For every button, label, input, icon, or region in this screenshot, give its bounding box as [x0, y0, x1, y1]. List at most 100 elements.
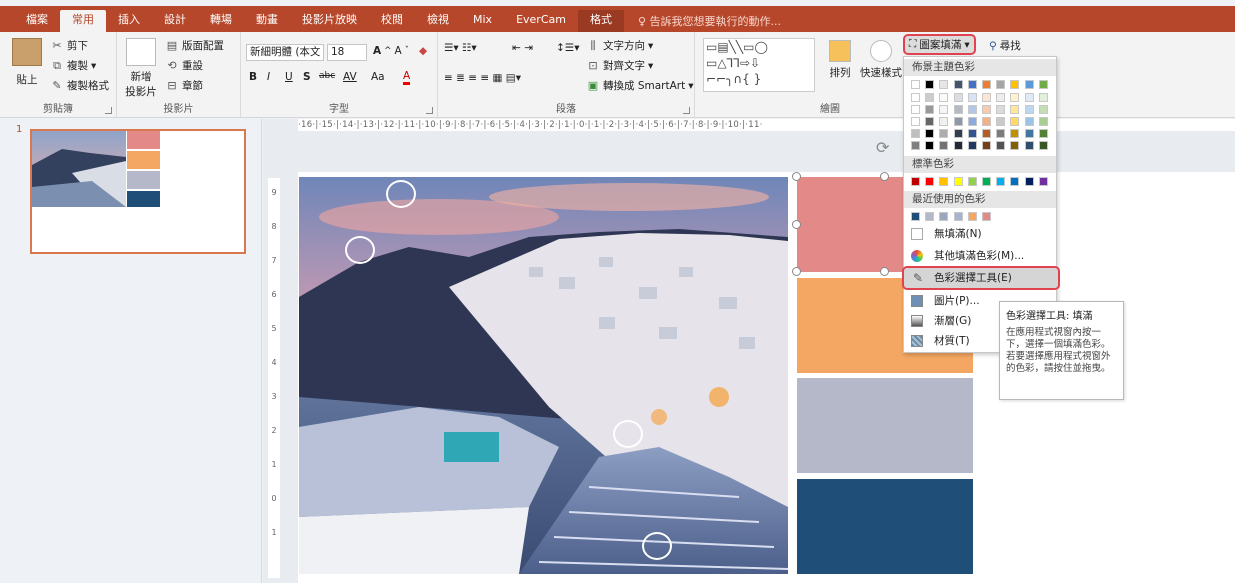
theme-color-swatch[interactable]	[939, 80, 949, 89]
theme-color-swatch[interactable]	[967, 141, 977, 150]
tab-mix[interactable]: Mix	[461, 10, 504, 32]
theme-color-swatch[interactable]	[953, 129, 963, 138]
theme-color-swatch[interactable]	[996, 117, 1006, 126]
standard-color-swatch[interactable]	[939, 177, 949, 186]
theme-color-swatch[interactable]	[925, 117, 935, 126]
tab-home[interactable]: 常用	[60, 10, 106, 32]
standard-color-swatch[interactable]	[1024, 177, 1034, 186]
theme-color-swatch[interactable]	[996, 105, 1006, 114]
standard-color-swatch[interactable]	[911, 177, 920, 186]
shape-fill-button[interactable]: ⛶ 圖案填滿 ▾	[903, 34, 976, 55]
theme-color-swatch[interactable]	[1024, 80, 1034, 89]
align-text-button[interactable]: ⊡ 對齊文字 ▾	[586, 58, 653, 73]
recent-color-swatch[interactable]	[967, 212, 977, 221]
theme-color-swatch[interactable]	[953, 80, 963, 89]
rotate-handle-icon[interactable]: ⟳	[876, 138, 889, 157]
font-color-button[interactable]: A	[403, 71, 411, 85]
recent-color-swatch[interactable]	[939, 212, 949, 221]
dialog-launcher-icon[interactable]	[105, 107, 112, 114]
theme-color-swatch[interactable]	[1024, 93, 1034, 102]
tab-evercam[interactable]: EverCam	[504, 10, 578, 32]
theme-color-swatch[interactable]	[982, 117, 991, 126]
theme-color-swatch[interactable]	[967, 105, 977, 114]
copy-button[interactable]: ⧉ 複製 ▾	[50, 58, 96, 73]
theme-color-swatch[interactable]	[911, 117, 920, 126]
clear-format-button[interactable]: ◆	[419, 45, 427, 57]
dialog-launcher-icon[interactable]	[683, 107, 690, 114]
tab-view[interactable]: 檢視	[415, 10, 461, 32]
layout-button[interactable]: ▤ 版面配置	[165, 38, 224, 53]
reset-button[interactable]: ⟲ 重設	[165, 58, 203, 73]
theme-color-swatch[interactable]	[1010, 93, 1020, 102]
eyedropper-item[interactable]: ✎ 色彩選擇工具(E)	[902, 266, 1060, 290]
font-size-combo[interactable]: 18	[327, 44, 367, 61]
arrange-button[interactable]: 排列	[823, 40, 857, 80]
theme-color-swatch[interactable]	[1024, 129, 1034, 138]
bullets-button[interactable]: ☰▾ ☷▾	[444, 42, 477, 54]
font-name-combo[interactable]: 新細明體 (本文	[246, 44, 324, 61]
selection-handle[interactable]	[792, 172, 801, 181]
theme-color-swatch[interactable]	[996, 141, 1006, 150]
theme-color-swatch[interactable]	[939, 129, 949, 138]
smartart-button[interactable]: ▣ 轉換成 SmartArt ▾	[586, 78, 694, 93]
theme-color-swatch[interactable]	[953, 93, 963, 102]
theme-color-swatch[interactable]	[1024, 141, 1034, 150]
recent-color-swatch[interactable]	[953, 212, 963, 221]
theme-color-swatch[interactable]	[967, 93, 977, 102]
quick-styles-button[interactable]: 快速樣式	[859, 40, 903, 80]
theme-color-swatch[interactable]	[1038, 93, 1048, 102]
theme-color-swatch[interactable]	[1038, 117, 1048, 126]
theme-color-swatch[interactable]	[967, 80, 977, 89]
recent-color-swatch[interactable]	[911, 212, 920, 221]
standard-color-swatch[interactable]	[1038, 177, 1048, 186]
standard-color-swatch[interactable]	[982, 177, 991, 186]
strikethrough-button[interactable]: abc	[319, 71, 335, 81]
tab-transitions[interactable]: 轉場	[198, 10, 244, 32]
indent-buttons[interactable]: ⇤ ⇥	[512, 42, 533, 54]
more-fill-colors-item[interactable]: 其他填滿色彩(M)...	[904, 246, 1056, 266]
theme-color-swatch[interactable]	[982, 141, 991, 150]
theme-color-swatch[interactable]	[953, 105, 963, 114]
selection-handle[interactable]	[792, 267, 801, 276]
theme-color-swatch[interactable]	[939, 93, 949, 102]
standard-color-swatch[interactable]	[1010, 177, 1020, 186]
tab-design[interactable]: 設計	[152, 10, 198, 32]
theme-color-swatch[interactable]	[996, 93, 1006, 102]
theme-color-swatch[interactable]	[1010, 80, 1020, 89]
theme-color-swatch[interactable]	[1010, 141, 1020, 150]
shapes-gallery[interactable]: ▭▤╲╲▭◯ ▭△⅂⅂⇨⇩ ⌐⌐╮∩{ }	[703, 38, 815, 92]
tab-slideshow[interactable]: 投影片放映	[290, 10, 369, 32]
no-fill-item[interactable]: 無填滿(N)	[904, 224, 1056, 244]
theme-color-swatch[interactable]	[911, 105, 920, 114]
theme-color-swatch[interactable]	[967, 129, 977, 138]
theme-color-swatch[interactable]	[925, 141, 935, 150]
theme-color-swatch[interactable]	[1024, 117, 1034, 126]
paste-button[interactable]: 貼上	[10, 38, 44, 87]
theme-color-swatch[interactable]	[967, 117, 977, 126]
theme-color-swatch[interactable]	[982, 129, 991, 138]
text-direction-button[interactable]: ⫼ 文字方向 ▾	[586, 38, 653, 53]
theme-color-swatch[interactable]	[911, 80, 920, 89]
theme-color-swatch[interactable]	[982, 80, 991, 89]
theme-color-swatch[interactable]	[939, 117, 949, 126]
theme-color-swatch[interactable]	[1010, 129, 1020, 138]
theme-color-swatch[interactable]	[1010, 117, 1020, 126]
selection-handle[interactable]	[880, 172, 889, 181]
standard-color-swatch[interactable]	[925, 177, 935, 186]
find-button[interactable]: ⚲ 尋找	[989, 38, 1021, 53]
theme-color-swatch[interactable]	[1038, 105, 1048, 114]
theme-color-swatch[interactable]	[925, 129, 935, 138]
change-case-button[interactable]: Aa	[371, 71, 385, 83]
line-spacing-button[interactable]: ↕☰▾	[556, 42, 579, 54]
palette-swatch-grey[interactable]	[797, 378, 973, 473]
tab-insert[interactable]: 插入	[106, 10, 152, 32]
theme-color-swatch[interactable]	[953, 141, 963, 150]
santorini-photo[interactable]	[299, 177, 788, 574]
cut-button[interactable]: ✂ 剪下	[50, 38, 88, 53]
theme-color-swatch[interactable]	[1024, 105, 1034, 114]
theme-color-swatch[interactable]	[953, 117, 963, 126]
standard-color-swatch[interactable]	[996, 177, 1006, 186]
underline-button[interactable]: U	[285, 71, 293, 83]
italic-button[interactable]: I	[267, 71, 270, 83]
align-buttons[interactable]: ≡ ≣ ≡ ≡ ▦ ▤▾	[444, 72, 521, 84]
